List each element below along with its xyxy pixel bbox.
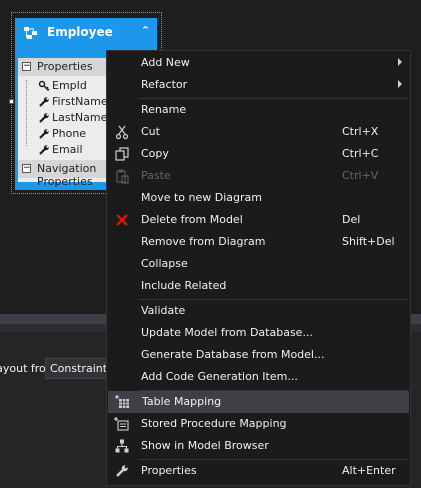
paste-icon: [116, 169, 129, 184]
menu-item-remove-from-diagram[interactable]: Remove from Diagram Shift+Del: [107, 231, 410, 253]
menu-item-label: Add Code Generation Item...: [141, 370, 298, 383]
context-menu: Add New Refactor Rename Cut Ctrl+X Copy …: [106, 50, 411, 486]
property-name: Phone: [52, 127, 87, 140]
menu-item-label: Stored Procedure Mapping: [141, 417, 287, 430]
menu-item-label: Collapse: [141, 257, 188, 270]
menu-item-shortcut: Del: [342, 213, 361, 226]
wrench-icon: [39, 145, 49, 155]
menu-item-shortcut: Alt+Enter: [342, 464, 396, 477]
submenu-arrow-icon: [398, 80, 402, 88]
menu-item-label: Cut: [141, 125, 160, 138]
menu-item-stored-procedure-mapping[interactable]: Stored Procedure Mapping: [107, 413, 410, 435]
menu-item-include-related[interactable]: Include Related: [107, 275, 410, 297]
menu-item-copy[interactable]: Copy Ctrl+C: [107, 143, 410, 165]
table-mapping-icon: [115, 395, 129, 408]
delete-icon: [116, 214, 128, 226]
menu-item-label: Refactor: [141, 78, 188, 91]
menu-item-label: Remove from Diagram: [141, 235, 266, 248]
menu-item-label: Table Mapping: [142, 395, 222, 408]
menu-item-add-new[interactable]: Add New: [107, 52, 410, 74]
menu-item-delete-from-model[interactable]: Delete from Model Del: [107, 209, 410, 231]
menu-item-collapse[interactable]: Collapse: [107, 253, 410, 275]
property-name: FirstName: [52, 95, 108, 108]
properties-section-label: Properties: [37, 60, 93, 73]
menu-item-label: Delete from Model: [141, 213, 243, 226]
menu-item-label: Validate: [141, 304, 186, 317]
property-name: Email: [52, 143, 83, 156]
menu-item-update-model[interactable]: Update Model from Database...: [107, 322, 410, 344]
property-name: LastName: [52, 111, 108, 124]
menu-item-properties[interactable]: Properties Alt+Enter: [107, 460, 410, 482]
wrench-icon: [39, 113, 49, 123]
property-name: EmpId: [52, 79, 87, 92]
menu-item-paste[interactable]: Paste Ctrl+V: [107, 165, 410, 187]
menu-item-label: Move to new Diagram: [141, 191, 262, 204]
menu-item-validate[interactable]: Validate: [107, 300, 410, 322]
menu-item-label: Add New: [141, 56, 190, 69]
wrench-icon: [116, 465, 128, 477]
wrench-icon: [39, 97, 49, 107]
menu-item-refactor[interactable]: Refactor: [107, 74, 410, 96]
menu-item-shortcut: Ctrl+V: [342, 169, 379, 182]
menu-item-shortcut: Ctrl+X: [342, 125, 379, 138]
scissors-icon: [115, 125, 129, 140]
menu-item-cut[interactable]: Cut Ctrl+X: [107, 121, 410, 143]
menu-item-shortcut: Ctrl+C: [342, 147, 379, 160]
model-browser-icon: [115, 439, 129, 453]
menu-item-shortcut: Shift+Del: [342, 235, 395, 248]
collapse-box-icon[interactable]: −: [22, 62, 31, 71]
menu-item-move-to-new-diagram[interactable]: Move to new Diagram: [107, 187, 410, 209]
entity-type-icon: [24, 27, 37, 39]
entity-header[interactable]: Employee ⌃: [16, 19, 156, 47]
menu-item-label: Paste: [141, 169, 171, 182]
menu-item-label: Update Model from Database...: [141, 326, 313, 339]
entity-title: Employee: [47, 25, 113, 39]
chevron-up-icon[interactable]: ⌃: [141, 24, 150, 37]
collapse-box-icon[interactable]: −: [22, 164, 31, 173]
menu-item-label: Copy: [141, 147, 169, 160]
menu-item-label: Generate Database from Model...: [141, 348, 325, 361]
copy-icon: [115, 147, 129, 161]
menu-item-label: Properties: [141, 464, 197, 477]
menu-item-generate-database[interactable]: Generate Database from Model...: [107, 344, 410, 366]
menu-item-table-mapping[interactable]: Table Mapping: [108, 391, 409, 413]
resize-handle[interactable]: [9, 99, 14, 104]
tree-connector: [26, 80, 28, 146]
wrench-icon: [39, 129, 49, 139]
menu-item-label: Show in Model Browser: [141, 439, 269, 452]
submenu-arrow-icon: [398, 58, 402, 66]
menu-item-show-in-model-browser[interactable]: Show in Model Browser: [107, 435, 410, 457]
menu-item-rename[interactable]: Rename: [107, 99, 410, 121]
menu-item-add-code-generation[interactable]: Add Code Generation Item...: [107, 366, 410, 388]
menu-item-label: Include Related: [141, 279, 227, 292]
sproc-mapping-icon: [114, 417, 129, 431]
key-icon: [38, 80, 50, 91]
menu-item-label: Rename: [141, 103, 187, 116]
